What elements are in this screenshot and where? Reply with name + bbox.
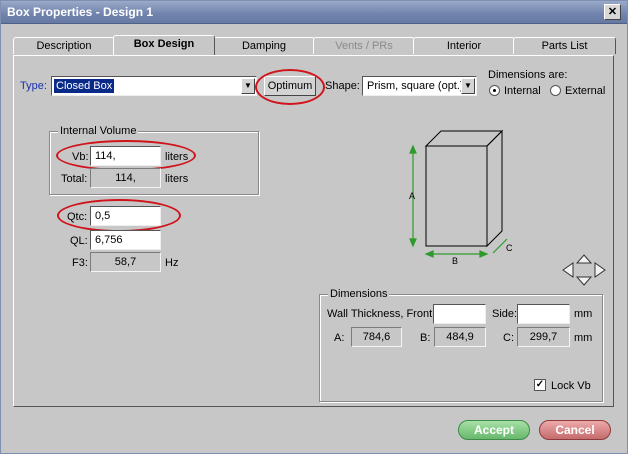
radio-internal-label: Internal (504, 85, 541, 97)
wall-front-input[interactable] (433, 304, 486, 324)
shape-value: Prism, square (opt.) (367, 80, 464, 92)
dim-a-arrow-bottom (409, 238, 417, 248)
box-front-face (425, 145, 488, 247)
tab-interior[interactable]: Interior (413, 37, 515, 54)
dimensions-are-label: Dimensions are: (488, 69, 568, 81)
tab-damping[interactable]: Damping (213, 37, 315, 54)
dim-c-label: C (506, 243, 513, 253)
radio-external-label: External (565, 85, 606, 97)
dim-b-result-label: B: (420, 332, 431, 344)
vb-label: Vb: (72, 151, 89, 163)
lock-vb-label: Lock Vb (551, 380, 591, 392)
vb-unit: liters (165, 151, 189, 163)
lock-vb-checkbox[interactable]: ✓ (534, 379, 546, 391)
dim-a-label: A (409, 191, 415, 201)
f3-unit: Hz (165, 257, 179, 269)
vb-input[interactable]: 114, (90, 146, 161, 166)
title-bar[interactable]: Box Properties - Design 1 ✕ (1, 1, 627, 24)
shape-label: Shape: (325, 80, 360, 92)
qtc-input[interactable]: 0,5 (90, 206, 161, 226)
total-unit: liters (165, 173, 189, 185)
dim-c-value: 299,7 (517, 327, 570, 347)
rotate-view-control[interactable] (562, 254, 606, 286)
window-title: Box Properties - Design 1 (7, 5, 154, 19)
dim-a-arrow-top (409, 144, 417, 154)
tab-box-design[interactable]: Box Design (113, 35, 215, 55)
dimensions-title: Dimensions (328, 288, 390, 300)
tab-parts-list[interactable]: Parts List (513, 37, 616, 54)
arrow-right-icon[interactable] (594, 262, 606, 278)
accept-button[interactable]: Accept (458, 420, 530, 440)
side-label: Side: (492, 308, 518, 320)
optimum-button[interactable]: Optimum (264, 76, 316, 96)
tab-description[interactable]: Description (13, 37, 115, 54)
box-properties-window: Box Properties - Design 1 ✕ Description … (0, 0, 628, 454)
dim-c-result-label: C: (503, 332, 514, 344)
dim-b-arrow-left (424, 250, 434, 258)
close-button[interactable]: ✕ (604, 4, 621, 20)
total-label: Total: (61, 173, 88, 185)
f3-label: F3: (72, 257, 88, 269)
radio-external[interactable] (550, 85, 561, 96)
chevron-down-icon[interactable]: ▼ (461, 78, 475, 94)
f3-value: 58,7 (90, 252, 161, 272)
mm-unit-label-2: mm (574, 332, 593, 344)
internal-volume-title: Internal Volume (58, 125, 139, 137)
arrow-left-icon[interactable] (562, 262, 574, 278)
arrow-down-icon[interactable] (575, 276, 593, 286)
radio-internal[interactable] (489, 85, 500, 96)
cancel-button[interactable]: Cancel (539, 420, 611, 440)
dim-b-value: 484,9 (434, 327, 486, 347)
dim-b-label: B (452, 256, 458, 265)
box-side-face (486, 129, 503, 248)
wall-thickness-label: Wall Thickness, Front: (327, 308, 436, 320)
arrow-up-icon[interactable] (575, 254, 593, 264)
chevron-down-icon[interactable]: ▼ (241, 78, 255, 94)
dim-b-arrow-right (479, 250, 489, 258)
tab-bar: Description Box Design Damping Vents / P… (13, 35, 616, 55)
type-label: Type: (20, 80, 47, 92)
type-select[interactable]: Closed Box ▼ (51, 76, 257, 96)
mm-unit-label: mm (574, 308, 593, 320)
ql-input[interactable]: 6,756 (90, 230, 161, 250)
ql-label: QL: (70, 235, 88, 247)
shape-select[interactable]: Prism, square (opt.) ▼ (362, 76, 477, 96)
dim-a-value: 784,6 (351, 327, 402, 347)
type-value: Closed Box (54, 79, 115, 93)
dim-a-result-label: A: (334, 332, 345, 344)
box-top-face (424, 130, 504, 147)
qtc-label: Qtc: (67, 211, 88, 223)
box-diagram: A B C (409, 129, 513, 265)
side-input[interactable] (517, 304, 570, 324)
tab-vents-prs[interactable]: Vents / PRs (313, 37, 415, 54)
total-value: 114, (90, 168, 161, 188)
dim-c-line (492, 238, 508, 254)
